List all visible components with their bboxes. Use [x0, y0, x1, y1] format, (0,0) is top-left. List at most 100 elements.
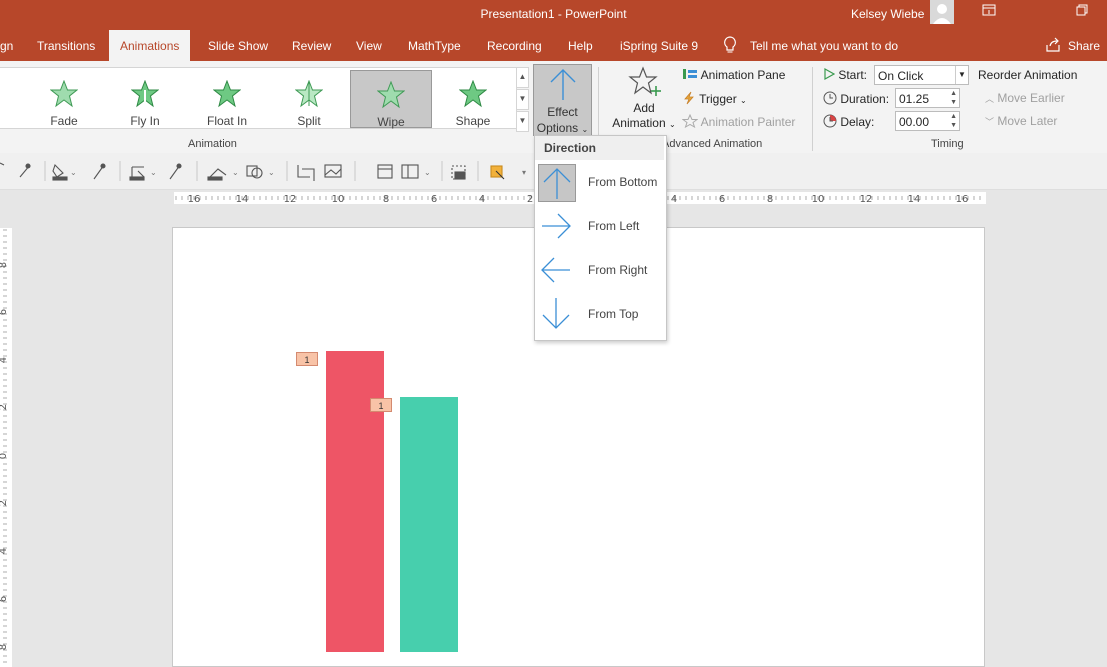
add-animation-button[interactable]: Add Animation ⌄	[612, 66, 676, 133]
ruler-label: 16	[956, 194, 969, 204]
duration-label: Duration:	[823, 91, 889, 106]
tab-review[interactable]: Review	[292, 39, 331, 53]
title-bar: Presentation1 - PowerPoint Kelsey Wiebe	[0, 0, 1107, 30]
ruler-label: 8	[0, 644, 9, 650]
ruler-label: 6	[0, 596, 9, 602]
painter-star-icon	[681, 113, 699, 129]
chevron-down-icon[interactable]: ▼	[955, 66, 968, 84]
chevron-down-icon: ⌄	[669, 120, 676, 129]
tab-transitions[interactable]: Transitions	[37, 39, 95, 53]
ruler-label: 16	[188, 194, 201, 204]
red-rectangle-shape[interactable]	[326, 351, 384, 652]
spinner-icon[interactable]: ▲ ▼	[950, 89, 957, 107]
ruler-label: 4	[0, 357, 9, 363]
share-button[interactable]: Share	[1068, 39, 1100, 53]
group-label-timing: Timing	[931, 138, 964, 150]
lightning-icon	[684, 91, 694, 105]
clock-icon	[823, 91, 837, 105]
star-fly-in-icon	[130, 79, 160, 108]
animation-order-tag[interactable]: 1	[370, 398, 392, 412]
svg-text:⌄: ⌄	[70, 168, 77, 177]
effect-options-button[interactable]: Effect Options ⌄	[533, 64, 592, 136]
animation-wipe[interactable]: Wipe	[350, 70, 432, 129]
ribbon-display-icon	[982, 4, 996, 16]
animation-fade[interactable]: Fade	[24, 76, 104, 134]
ruler-label: 0	[0, 453, 9, 459]
direction-from-top[interactable]: From Top	[535, 293, 666, 335]
ruler-label: 8	[0, 262, 9, 268]
star-fade-icon	[49, 79, 79, 108]
ruler-label: 2	[0, 500, 9, 506]
ruler-label: 10	[332, 194, 345, 204]
start-label: Start:	[823, 67, 867, 82]
svg-text:⌄: ⌄	[268, 168, 275, 177]
move-later-button[interactable]: ﹀ Move Later	[985, 114, 1057, 128]
animation-shape[interactable]: Shape	[433, 76, 513, 134]
start-select[interactable]: On Click ▼	[874, 65, 969, 85]
ribbon-display-button[interactable]	[979, 4, 999, 22]
toolbar-icons: ⌄ ⌄ ⌄ ⌄ ⌄ ▾	[0, 161, 526, 181]
user-name[interactable]: Kelsey Wiebe	[851, 7, 924, 21]
tab-design[interactable]: gn	[0, 39, 13, 53]
delay-clock-icon	[823, 114, 837, 128]
dropdown-header: Direction	[535, 136, 664, 160]
animation-gallery: Fade Fly In Float In Split Wipe Shape	[0, 67, 517, 129]
trigger-button[interactable]: Trigger ⌄	[682, 91, 747, 106]
teal-rectangle-shape[interactable]	[400, 397, 458, 652]
star-float-in-icon	[212, 79, 242, 108]
tab-mathtype[interactable]: MathType	[408, 39, 461, 53]
ruler-label: 8	[767, 194, 773, 204]
spinner-icon[interactable]: ▲ ▼	[950, 112, 957, 130]
gallery-scroll-down[interactable]: ▼	[516, 89, 529, 110]
ribbon-tabs: gn Transitions Animations Slide Show Rev…	[0, 30, 1107, 61]
tab-animations[interactable]: Animations	[109, 30, 191, 61]
animation-pane-button[interactable]: Animation Pane	[682, 68, 785, 82]
animation-painter-button[interactable]: Animation Painter	[681, 113, 795, 129]
duration-input[interactable]: 01.25 ▲ ▼	[895, 88, 960, 108]
ruler-label: 4	[0, 548, 9, 554]
chevron-down-icon: ⌄	[581, 125, 589, 134]
direction-from-right[interactable]: From Right	[535, 249, 666, 291]
avatar[interactable]	[930, 0, 954, 24]
animation-order-tag[interactable]: 1	[296, 352, 318, 366]
move-earlier-button[interactable]: ︿ Move Earlier	[985, 91, 1065, 105]
gallery-scroll: ▲ ▼ ▼	[516, 67, 529, 132]
tab-ispring[interactable]: iSpring Suite 9	[620, 39, 698, 53]
play-icon	[824, 67, 836, 81]
chevron-down-icon: ﹀	[985, 117, 995, 127]
tab-recording[interactable]: Recording	[487, 39, 542, 53]
ruler-label: 4	[671, 194, 677, 204]
delay-label: Delay:	[823, 114, 874, 129]
ruler-label: 6	[719, 194, 725, 204]
tab-help[interactable]: Help	[568, 39, 593, 53]
ruler-label: 8	[383, 194, 389, 204]
direction-from-bottom[interactable]: From Bottom	[535, 161, 666, 203]
svg-text:⌄: ⌄	[424, 168, 431, 177]
delay-input[interactable]: 00.00 ▲ ▼	[895, 111, 960, 131]
person-icon	[933, 4, 951, 24]
tell-me-search[interactable]: Tell me what you want to do	[750, 39, 898, 53]
animation-split[interactable]: Split	[269, 76, 349, 134]
svg-text:▾: ▾	[522, 168, 526, 177]
tab-slide-show[interactable]: Slide Show	[208, 39, 268, 53]
ruler-label: 10	[812, 194, 825, 204]
gallery-scroll-up[interactable]: ▲	[516, 67, 529, 88]
animation-float-in[interactable]: Float In	[187, 76, 267, 134]
share-icon[interactable]	[1045, 37, 1061, 56]
restore-button[interactable]	[1072, 4, 1092, 22]
ruler-label: 4	[479, 194, 485, 204]
arrow-up-icon	[538, 164, 576, 202]
animation-fly-in[interactable]: Fly In	[105, 76, 185, 134]
animation-pane-icon	[683, 69, 697, 79]
chevron-down-icon: ⌄	[740, 96, 747, 105]
tab-view[interactable]: View	[356, 39, 382, 53]
restore-icon	[1076, 4, 1088, 16]
ruler-label: 2	[0, 404, 9, 410]
star-split-icon	[294, 79, 324, 108]
svg-text:⌄: ⌄	[150, 168, 157, 177]
ruler-label: 6	[0, 309, 9, 315]
direction-from-left[interactable]: From Left	[535, 205, 666, 247]
ruler-label: 12	[860, 194, 873, 204]
svg-text:⌄: ⌄	[232, 168, 239, 177]
gallery-more[interactable]: ▼	[516, 111, 529, 132]
